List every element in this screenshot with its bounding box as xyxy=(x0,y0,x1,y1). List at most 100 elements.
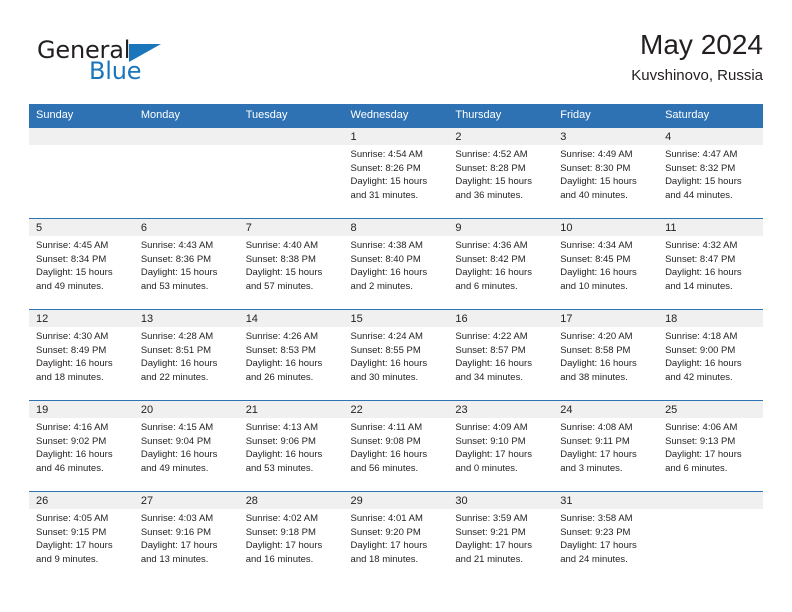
day-number: 23 xyxy=(448,401,554,418)
day-details: Sunrise: 4:13 AM Sunset: 9:06 PM Daylight:… xyxy=(239,418,344,475)
calendar-cell-day-9[interactable]: 9 Sunrise: 4:36 AM Sunset: 8:42 PM Daylight… xyxy=(448,218,554,310)
day-details: Sunrise: 4:24 AM Sunset: 8:55 PM Daylight:… xyxy=(344,327,449,384)
day-detail-line: Daylight: 16 hours xyxy=(665,267,742,279)
calendar-cell-day-26[interactable]: 26 Sunrise: 4:05 AM Sunset: 9:15 PM Dayligh… xyxy=(29,491,134,582)
day-detail-line: Sunrise: 4:02 AM xyxy=(245,513,319,524)
calendar-week-row: 19 Sunrise: 4:16 AM Sunset: 9:02 PM Dayligh… xyxy=(29,400,763,492)
calendar-cell-day-21[interactable]: 21 Sunrise: 4:13 AM Sunset: 9:06 PM Dayligh… xyxy=(238,400,344,492)
calendar-cell-day-20[interactable]: 20 Sunrise: 4:15 AM Sunset: 9:04 PM Dayligh… xyxy=(133,400,239,492)
day-cell: 22 Sunrise: 4:11 AM Sunset: 9:08 PM Dayligh… xyxy=(343,401,449,491)
day-detail-line: Sunset: 9:21 PM xyxy=(455,526,526,538)
calendar-cell-day-16[interactable]: 16 Sunrise: 4:22 AM Sunset: 8:57 PM Dayligh… xyxy=(448,309,554,401)
day-detail-line: Sunrise: 4:49 AM xyxy=(560,149,633,160)
day-number: 12 xyxy=(29,310,134,327)
day-detail-line: Sunrise: 4:43 AM xyxy=(140,240,214,251)
day-details: Sunrise: 4:06 AM Sunset: 9:13 PM Daylight:… xyxy=(658,418,763,475)
calendar-cell-day-28[interactable]: 28 Sunrise: 4:02 AM Sunset: 9:18 PM Dayligh… xyxy=(238,491,344,582)
calendar-cell-day-27[interactable]: 27 Sunrise: 4:03 AM Sunset: 9:16 PM Dayligh… xyxy=(133,491,239,582)
calendar-cell-day-19[interactable]: 19 Sunrise: 4:16 AM Sunset: 9:02 PM Dayligh… xyxy=(29,400,134,492)
calendar-cell-day-14[interactable]: 14 Sunrise: 4:26 AM Sunset: 8:53 PM Dayligh… xyxy=(238,309,344,401)
day-detail-line: and 30 minutes. xyxy=(350,371,419,383)
day-number: 31 xyxy=(553,492,659,509)
day-details: Sunrise: 4:16 AM Sunset: 9:02 PM Daylight:… xyxy=(29,418,134,475)
day-detail-line: and 14 minutes. xyxy=(665,280,733,292)
day-details: Sunrise: 3:59 AM Sunset: 9:21 PM Daylight:… xyxy=(448,509,553,566)
calendar-cell-day-1[interactable]: 1 Sunrise: 4:54 AM Sunset: 8:26 PM Daylight… xyxy=(343,127,449,219)
day-detail-line: and 38 minutes. xyxy=(560,371,628,383)
day-detail-line: Daylight: 17 hours xyxy=(560,540,637,552)
day-detail-line: Sunrise: 4:45 AM xyxy=(36,240,109,251)
day-cell: 19 Sunrise: 4:16 AM Sunset: 9:02 PM Dayligh… xyxy=(29,401,134,491)
day-cell: 12 Sunrise: 4:30 AM Sunset: 8:49 PM Dayligh… xyxy=(29,310,134,400)
day-details: Sunrise: 4:49 AM Sunset: 8:30 PM Daylight:… xyxy=(553,145,658,202)
calendar-cell-empty xyxy=(29,127,134,219)
calendar-cell-day-5[interactable]: 5 Sunrise: 4:45 AM Sunset: 8:34 PM Daylight… xyxy=(29,218,134,310)
calendar-cell-day-23[interactable]: 23 Sunrise: 4:09 AM Sunset: 9:10 PM Dayligh… xyxy=(448,400,554,492)
day-detail-line: Daylight: 15 hours xyxy=(36,267,113,279)
calendar-cell-day-12[interactable]: 12 Sunrise: 4:30 AM Sunset: 8:49 PM Dayligh… xyxy=(29,309,134,401)
general-blue-logo[interactable]: General Blue xyxy=(29,36,269,92)
calendar-cell-day-11[interactable]: 11 Sunrise: 4:32 AM Sunset: 8:47 PM Dayligh… xyxy=(658,218,763,310)
day-detail-line: and 24 minutes. xyxy=(560,553,628,565)
calendar-cell-day-15[interactable]: 15 Sunrise: 4:24 AM Sunset: 8:55 PM Dayligh… xyxy=(343,309,449,401)
calendar-cell-day-17[interactable]: 17 Sunrise: 4:20 AM Sunset: 8:58 PM Dayligh… xyxy=(553,309,659,401)
day-details: Sunrise: 4:54 AM Sunset: 8:26 PM Daylight:… xyxy=(344,145,449,202)
day-detail-line: Sunrise: 4:30 AM xyxy=(36,331,109,342)
calendar-cell-day-10[interactable]: 10 Sunrise: 4:34 AM Sunset: 8:45 PM Dayligh… xyxy=(553,218,659,310)
day-detail-line: Sunset: 8:49 PM xyxy=(36,344,107,356)
day-detail-line: Daylight: 17 hours xyxy=(245,540,323,552)
calendar-cell-day-13[interactable]: 13 Sunrise: 4:28 AM Sunset: 8:51 PM Dayligh… xyxy=(133,309,239,401)
day-detail-line: Daylight: 15 hours xyxy=(560,176,637,188)
day-detail-line: Sunrise: 3:58 AM xyxy=(560,513,633,524)
day-cell: 6 Sunrise: 4:43 AM Sunset: 8:36 PM Daylight… xyxy=(133,219,239,309)
day-number: 5 xyxy=(29,219,134,236)
day-number xyxy=(238,128,344,145)
day-details: Sunrise: 4:11 AM Sunset: 9:08 PM Daylight:… xyxy=(344,418,449,475)
calendar-cell-day-4[interactable]: 4 Sunrise: 4:47 AM Sunset: 8:32 PM Daylight… xyxy=(658,127,763,219)
day-number xyxy=(29,128,134,145)
day-detail-line: Sunset: 8:30 PM xyxy=(560,162,631,174)
calendar-cell-day-7[interactable]: 7 Sunrise: 4:40 AM Sunset: 8:38 PM Daylight… xyxy=(238,218,344,310)
calendar-cell-day-25[interactable]: 25 Sunrise: 4:06 AM Sunset: 9:13 PM Dayligh… xyxy=(658,400,763,492)
calendar-cell-day-8[interactable]: 8 Sunrise: 4:38 AM Sunset: 8:40 PM Daylight… xyxy=(343,218,449,310)
calendar-cell-day-31[interactable]: 31 Sunrise: 3:58 AM Sunset: 9:23 PM Dayligh… xyxy=(553,491,659,582)
day-detail-line: Daylight: 16 hours xyxy=(140,449,218,461)
day-detail-line: and 26 minutes. xyxy=(245,371,314,383)
calendar-page: General Blue May 2024 Kuvshinovo, Russia… xyxy=(0,0,792,612)
day-detail-line: Sunset: 9:16 PM xyxy=(140,526,212,538)
calendar-body: 1 Sunrise: 4:54 AM Sunset: 8:26 PM Daylight… xyxy=(29,127,763,582)
day-detail-line: Sunrise: 4:26 AM xyxy=(245,331,319,342)
day-cell: 3 Sunrise: 4:49 AM Sunset: 8:30 PM Daylight… xyxy=(553,128,659,218)
day-detail-line: Sunset: 8:55 PM xyxy=(350,344,421,356)
day-details: Sunrise: 4:26 AM Sunset: 8:53 PM Daylight:… xyxy=(239,327,344,384)
calendar-cell-day-22[interactable]: 22 Sunrise: 4:11 AM Sunset: 9:08 PM Dayligh… xyxy=(343,400,449,492)
day-detail-line: and 6 minutes. xyxy=(665,462,728,474)
day-detail-line: Sunrise: 4:34 AM xyxy=(560,240,633,251)
calendar-cell-day-18[interactable]: 18 Sunrise: 4:18 AM Sunset: 9:00 PM Dayligh… xyxy=(658,309,763,401)
day-detail-line: Daylight: 17 hours xyxy=(560,449,637,461)
day-detail-line: and 53 minutes. xyxy=(245,462,314,474)
calendar-cell-day-2[interactable]: 2 Sunrise: 4:52 AM Sunset: 8:28 PM Daylight… xyxy=(448,127,554,219)
calendar-cell-day-24[interactable]: 24 Sunrise: 4:08 AM Sunset: 9:11 PM Dayligh… xyxy=(553,400,659,492)
day-detail-line: Sunset: 8:32 PM xyxy=(665,162,736,174)
calendar-cell-day-30[interactable]: 30 Sunrise: 3:59 AM Sunset: 9:21 PM Dayligh… xyxy=(448,491,554,582)
day-detail-line: Sunrise: 4:40 AM xyxy=(245,240,319,251)
day-number: 21 xyxy=(238,401,344,418)
calendar-cell-day-6[interactable]: 6 Sunrise: 4:43 AM Sunset: 8:36 PM Daylight… xyxy=(133,218,239,310)
day-detail-line: Sunrise: 4:47 AM xyxy=(665,149,738,160)
day-detail-line: Daylight: 16 hours xyxy=(350,358,428,370)
day-detail-line: Daylight: 15 hours xyxy=(245,267,323,279)
day-detail-line: Daylight: 17 hours xyxy=(140,540,218,552)
weekday-header-monday: Monday xyxy=(133,104,239,128)
day-detail-line: and 2 minutes. xyxy=(350,280,413,292)
day-details: Sunrise: 4:09 AM Sunset: 9:10 PM Daylight:… xyxy=(448,418,553,475)
day-details: Sunrise: 4:45 AM Sunset: 8:34 PM Daylight:… xyxy=(29,236,134,293)
day-number: 25 xyxy=(658,401,763,418)
calendar-cell-day-29[interactable]: 29 Sunrise: 4:01 AM Sunset: 9:20 PM Dayligh… xyxy=(343,491,449,582)
day-detail-line: and 34 minutes. xyxy=(455,371,523,383)
calendar-cell-day-3[interactable]: 3 Sunrise: 4:49 AM Sunset: 8:30 PM Daylight… xyxy=(553,127,659,219)
day-detail-line: and 49 minutes. xyxy=(140,462,209,474)
page-subtitle: Kuvshinovo, Russia xyxy=(631,67,763,84)
day-detail-line: Sunrise: 4:15 AM xyxy=(140,422,214,433)
day-cell: 5 Sunrise: 4:45 AM Sunset: 8:34 PM Daylight… xyxy=(29,219,134,309)
